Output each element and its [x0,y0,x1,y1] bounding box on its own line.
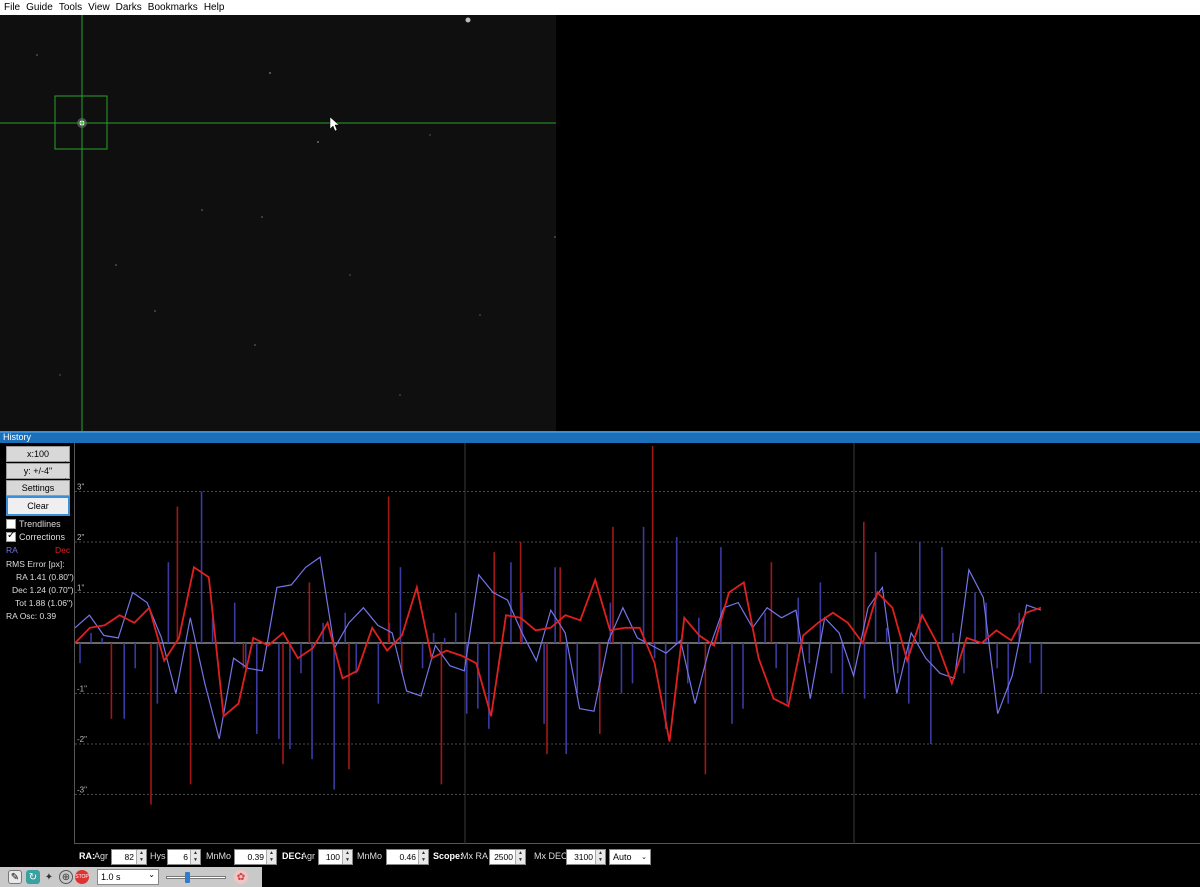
menu-darks[interactable]: Darks [116,2,142,13]
clear-button[interactable]: Clear [6,496,70,516]
history-titlebar: History [0,431,1200,443]
rms-dec: Dec 1.24 (0.70") [12,585,74,595]
ra-min-move-spinner[interactable]: 0.39 ▲ ▼ [234,849,277,865]
y-tick-label: -3" [77,786,87,795]
scope-section-label: Scope: [433,851,464,861]
menu-file[interactable]: File [4,2,20,13]
mx-ra-label: Mx RA [461,851,488,861]
rms-total: Tot 1.88 (1.06") [15,598,73,608]
ra-series-line [74,556,1042,740]
gamma-slider-track[interactable] [166,876,226,879]
dec-series-line [74,565,1042,742]
mx-dec-label: Mx DEC [534,851,568,861]
ra-agr-label: Agr [94,851,109,861]
corrections-toggle[interactable]: Corrections [6,530,66,542]
y-tick-label: 2" [77,533,84,542]
spinner-arrows-icon[interactable]: ▲ ▼ [418,850,428,864]
settings-button[interactable]: Settings ˙ [6,479,70,496]
spinner-arrows-icon[interactable]: ▲ ▼ [266,850,276,864]
x-scale-label: x:100 [26,449,50,459]
dec-mnmo-value: 0.46 [399,852,416,862]
ra-hysteresis-spinner[interactable]: 6 ▲ ▼ [167,849,201,865]
menu-view[interactable]: View [88,2,110,13]
spinner-arrows-icon[interactable]: ▲ ▼ [342,850,352,864]
camera-view[interactable] [0,15,556,431]
trendlines-checkbox[interactable] [6,519,16,529]
stop-icon[interactable]: STOP [75,870,89,884]
loop-icon[interactable]: ↻ [26,870,40,884]
max-dec-duration-spinner[interactable]: 3100 ▲ ▼ [566,849,606,865]
ra-aggressiveness-spinner[interactable]: 82 ▲ ▼ [111,849,147,865]
dec-min-move-spinner[interactable]: 0.46 ▲ ▼ [386,849,429,865]
spinner-arrows-icon[interactable]: ▲ ▼ [190,850,200,864]
menu-guide[interactable]: Guide [26,2,53,13]
auto-select-star-icon[interactable]: ✦ [42,870,56,884]
legend-ra: RA [6,545,18,555]
dropdown-arrow-icon: ˙ [64,479,67,486]
star-field [36,17,556,396]
menu-help[interactable]: Help [204,2,225,13]
toolbar-strip: ✎ ↻ ✦ ⊕ STOP 1.0 s ⌄ ✿ [0,867,262,887]
exposure-value: 1.0 s [101,872,121,882]
camera-connect-icon[interactable]: ✎ [8,870,22,884]
mx-ra-value: 2500 [494,852,513,862]
dropdown-arrow-icon: ˙ [64,445,67,452]
brain-settings-icon[interactable]: ✿ [234,870,248,884]
x-scale-button[interactable]: x:100 ˙ [6,445,70,462]
camera-empty-area [556,15,1200,431]
y-tick-label: 1" [77,584,84,593]
guiding-graph-svg: 3" 2" 1" -1" -2" -3" [74,443,1200,844]
dec-mode-value: Auto [613,852,632,862]
guide-controls-bar: RA: Agr 82 ▲ ▼ Hys 6 ▲ ▼ MnMo 0.39 ▲ ▼ DEC: Ag… [0,848,1200,867]
chevron-down-icon: ⌄ [641,854,647,861]
spinner-arrows-icon[interactable]: ▲ ▼ [515,850,525,864]
y-tick-label: -2" [77,735,87,744]
ra-mnmo-label: MnMo [206,851,232,861]
y-tick-label: 3" [77,483,84,492]
camera-overlay [0,15,556,431]
max-ra-duration-spinner[interactable]: 2500 ▲ ▼ [489,849,526,865]
menu-bookmarks[interactable]: Bookmarks [148,2,198,13]
ra-hys-label: Hys [150,851,166,861]
guiding-graph[interactable]: 3" 2" 1" -1" -2" -3" [74,443,1200,844]
corrections-label: Corrections [19,532,66,542]
history-controls: x:100 ˙ y: +/-4" ˙ Settings ˙ Clear Trendli… [0,443,74,848]
main-toolbar: ✎ ↻ ✦ ⊕ STOP 1.0 s ⌄ ✿ [0,867,1200,887]
ra-hys-value: 6 [183,852,188,862]
clear-label: Clear [27,501,49,511]
gamma-slider-thumb[interactable] [185,872,190,883]
dec-agr-value: 100 [325,852,340,862]
settings-label: Settings [21,483,55,493]
rms-header: RMS Error [px]: [6,559,65,569]
spinner-arrows-icon[interactable]: ▲ ▼ [595,850,605,864]
mx-dec-value: 3100 [574,852,593,862]
guide-target-icon[interactable]: ⊕ [59,870,73,884]
menu-tools[interactable]: Tools [59,2,82,13]
ra-agr-value: 82 [124,852,134,862]
corrections-checkbox[interactable] [6,530,16,542]
legend-dec: Dec [55,545,71,555]
mouse-cursor-icon [329,116,340,132]
rms-ra: RA 1.41 (0.80") [16,572,74,582]
dec-agr-label: Agr [301,851,316,861]
ra-oscillation: RA Osc: 0.39 [6,611,57,621]
exposure-duration-select[interactable]: 1.0 s ⌄ [97,869,159,885]
spinner-arrows-icon[interactable]: ▲ ▼ [136,850,146,864]
ra-mnmo-value: 0.39 [247,852,264,862]
history-title: History [3,432,32,442]
dropdown-arrow-icon: ˙ [64,462,67,469]
dec-guide-mode-select[interactable]: Auto ⌄ [609,849,651,865]
menu-bar: File Guide Tools View Darks Bookmarks He… [0,0,1200,15]
y-scale-label: y: +/-4" [23,466,53,476]
trendlines-toggle[interactable]: Trendlines [6,519,61,529]
dec-mnmo-label: MnMo [357,851,383,861]
ra-section-label: RA: [79,851,95,861]
chevron-down-icon: ⌄ [148,870,155,879]
dec-aggressiveness-spinner[interactable]: 100 ▲ ▼ [318,849,353,865]
y-tick-label: -1" [77,685,87,694]
trendlines-label: Trendlines [19,519,61,529]
y-scale-button[interactable]: y: +/-4" ˙ [6,462,70,479]
